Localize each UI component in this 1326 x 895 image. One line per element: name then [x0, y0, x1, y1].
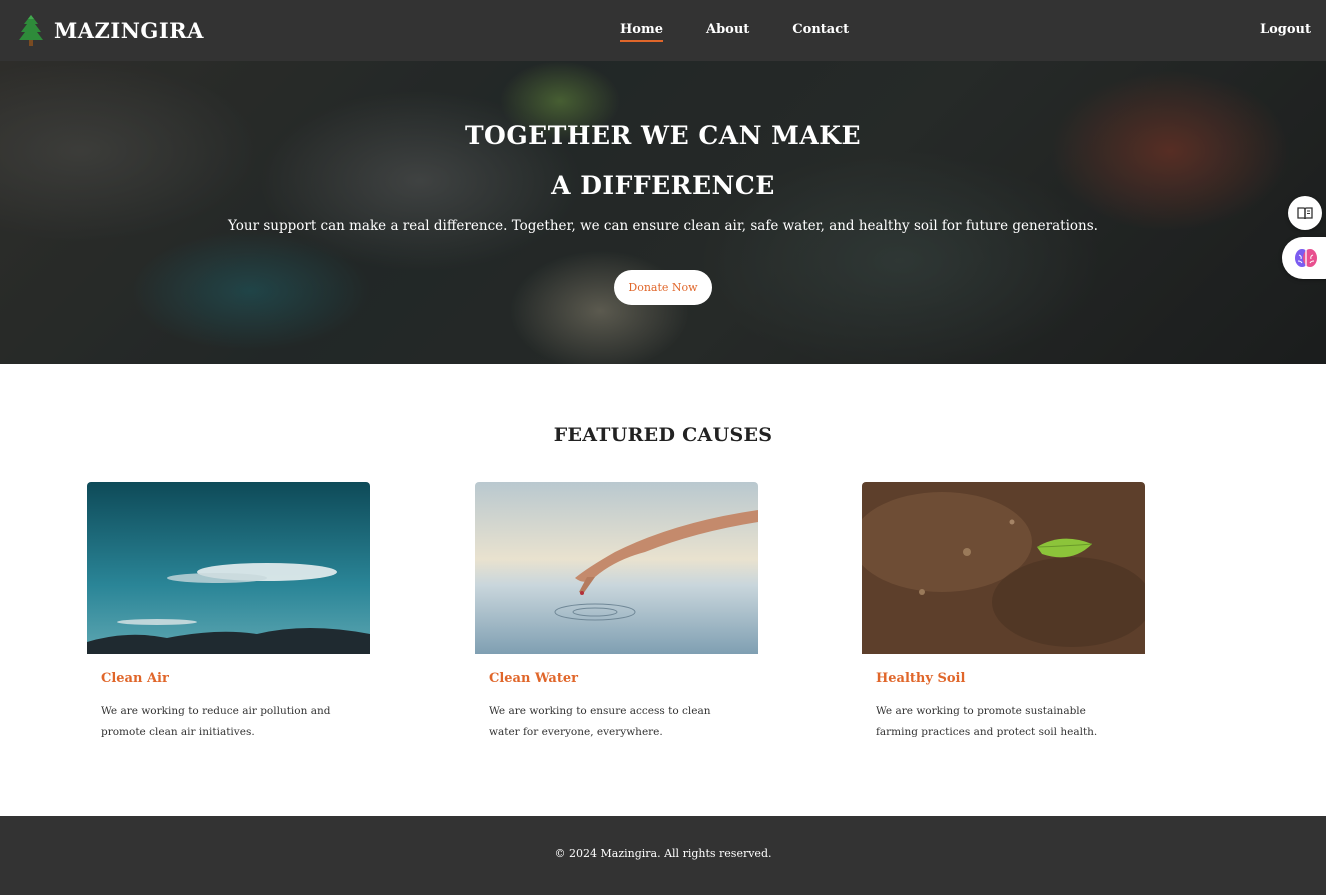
clean-water-image — [475, 482, 758, 654]
hero-title-line1: TOGETHER WE CAN MAKE — [464, 121, 862, 150]
healthy-soil-image — [862, 482, 1145, 654]
hero-subtitle: Your support can make a real difference.… — [228, 218, 1098, 234]
reader-icon — [1297, 207, 1313, 220]
cause-title: Clean Air — [101, 671, 169, 686]
clean-air-image — [87, 482, 370, 654]
nav-link-home[interactable]: Home — [620, 20, 663, 42]
cause-title: Healthy Soil — [876, 671, 966, 686]
cause-description: We are working to reduce air pollution a… — [101, 705, 331, 738]
top-navbar: MAZINGIRA Home About Contact Logout — [0, 0, 1326, 61]
reader-tool-button[interactable] — [1288, 196, 1322, 230]
brand-name: MAZINGIRA — [54, 17, 204, 43]
footer-copyright: © 2024 Mazingira. All rights reserved. — [554, 847, 772, 860]
cause-card-clean-air[interactable]: Clean Air We are working to reduce air p… — [87, 482, 370, 754]
featured-causes-title: FEATURED CAUSES — [553, 424, 773, 446]
cause-card-clean-water[interactable]: Clean Water We are working to ensure acc… — [475, 482, 758, 754]
cause-card-healthy-soil[interactable]: Healthy Soil We are working to promote s… — [862, 482, 1145, 754]
hero-banner: TOGETHER WE CAN MAKE A DIFFERENCE Your s… — [0, 61, 1326, 364]
cause-title: Clean Water — [489, 671, 578, 686]
nav-link-contact[interactable]: Contact — [792, 20, 849, 42]
hero-overlay — [0, 61, 1326, 364]
page-footer: © 2024 Mazingira. All rights reserved. — [0, 816, 1326, 895]
brain-icon — [1295, 249, 1317, 267]
logout-link[interactable]: Logout — [1260, 20, 1311, 40]
nav-links: Home About Contact — [620, 20, 892, 42]
cause-description: We are working to promote sustainable fa… — [876, 705, 1098, 738]
cause-description: We are working to ensure access to clean… — [489, 705, 711, 738]
brand[interactable]: MAZINGIRA — [16, 10, 204, 50]
ai-assistant-button[interactable] — [1282, 237, 1326, 279]
tree-icon — [19, 15, 43, 46]
nav-link-about[interactable]: About — [706, 20, 749, 42]
hero-title-line2: A DIFFERENCE — [551, 171, 775, 200]
donate-now-button[interactable]: Donate Now — [614, 270, 712, 305]
